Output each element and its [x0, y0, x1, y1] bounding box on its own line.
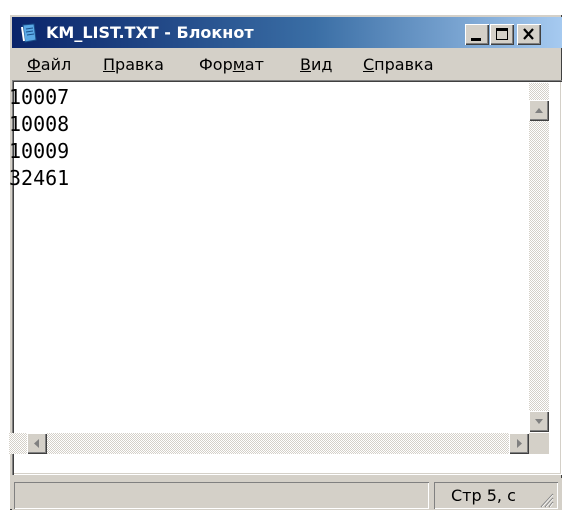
window-title: KM_LIST.TXT - Блокнот	[46, 23, 254, 42]
menu-format[interactable]: Формат	[199, 55, 264, 74]
maximize-button[interactable]	[490, 24, 514, 45]
title-bar[interactable]: KM_LIST.TXT - Блокнот	[12, 17, 562, 48]
text-line: 10009	[9, 139, 70, 163]
menu-view[interactable]: Вид	[300, 55, 332, 74]
scroll-right-button[interactable]	[509, 433, 529, 454]
status-bar: Стр 5, с	[12, 478, 562, 510]
text-line: 32461	[9, 166, 70, 190]
text-editor[interactable]	[12, 80, 562, 475]
scroll-down-button[interactable]	[529, 411, 549, 432]
menu-edit[interactable]: Правка	[103, 55, 164, 74]
text-line: 10008	[9, 112, 70, 136]
minimize-icon	[471, 38, 481, 41]
status-panel-position: Стр 5, с	[434, 482, 558, 509]
scroll-up-button[interactable]	[529, 100, 549, 121]
text-line: 10007	[9, 85, 70, 109]
minimize-button[interactable]	[465, 24, 489, 45]
notepad-icon	[21, 23, 37, 43]
document-text[interactable]: 10007 10008 10009 32461	[9, 84, 69, 192]
status-panel-main	[14, 482, 429, 509]
menu-bar: Файл Правка Формат Вид Справка	[12, 50, 562, 78]
arrow-left-icon	[34, 439, 39, 448]
arrow-down-icon	[535, 419, 543, 424]
scrollbar-corner	[529, 433, 549, 454]
menu-help[interactable]: Справка	[363, 55, 434, 74]
cursor-position: Стр 5, с	[451, 486, 516, 505]
maximize-icon	[496, 28, 508, 40]
scroll-left-button[interactable]	[27, 433, 47, 454]
horizontal-scrollbar[interactable]	[9, 433, 529, 454]
resize-grip-icon[interactable]	[538, 488, 554, 508]
vertical-scrollbar[interactable]	[529, 83, 549, 432]
arrow-up-icon	[535, 108, 543, 113]
menu-file[interactable]: Файл	[27, 55, 71, 74]
close-icon	[523, 28, 534, 40]
arrow-right-icon	[517, 439, 522, 448]
close-button[interactable]	[517, 24, 541, 45]
